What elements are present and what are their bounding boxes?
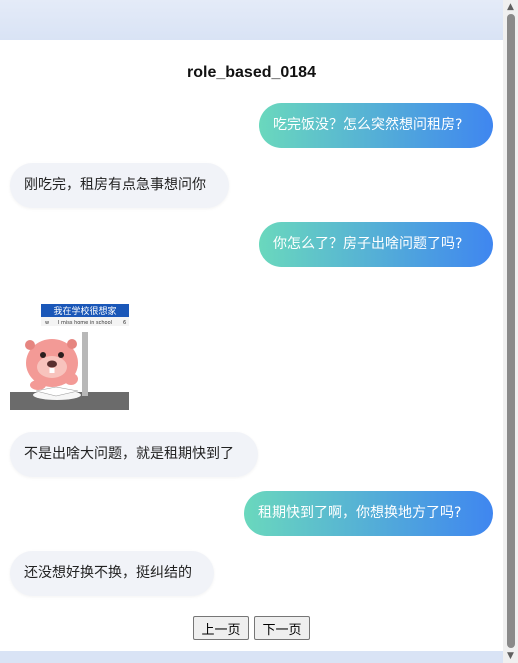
beaver-sticker: 我在学校很想家 w I miss home in school 6 [10,286,131,410]
next-page-button[interactable]: 下一页 [254,616,310,640]
scroll-up-arrow-icon[interactable]: ▲ [507,2,514,12]
sticker-sign-text: 我在学校很想家 [53,305,116,317]
message-bubble-left: 刚吃完，租房有点急事想问你 [10,163,229,208]
bottom-band [0,651,503,663]
top-band [0,0,503,40]
scroll-down-arrow-icon[interactable]: ▼ [507,651,514,661]
message-bubble-right: 租期快到了啊，你想换地方了吗? [244,491,493,536]
page-title: role_based_0184 [187,64,316,81]
sticker-sign-subtext: I miss home in school [58,320,112,326]
chat-panel: role_based_0184 吃完饭没？怎么突然想问租房? 刚吃完，租房有点急… [0,40,503,651]
message-bubble-right: 你怎么了？房子出啥问题了吗? [259,222,493,267]
prev-page-button[interactable]: 上一页 [193,616,249,640]
sticker-sign-right: 6 [123,320,126,326]
message-bubble-right: 吃完饭没？怎么突然想问租房? [259,103,493,148]
sticker-sign-left: w [45,320,49,326]
message-bubble-left: 不是出啥大问题，就是租期快到了 [10,432,258,477]
scrollbar-thumb[interactable] [507,14,515,648]
scrollbar[interactable]: ▲ ▼ [503,0,518,663]
message-bubble-left: 还没想好换不换，挺纠结的 [10,551,214,596]
